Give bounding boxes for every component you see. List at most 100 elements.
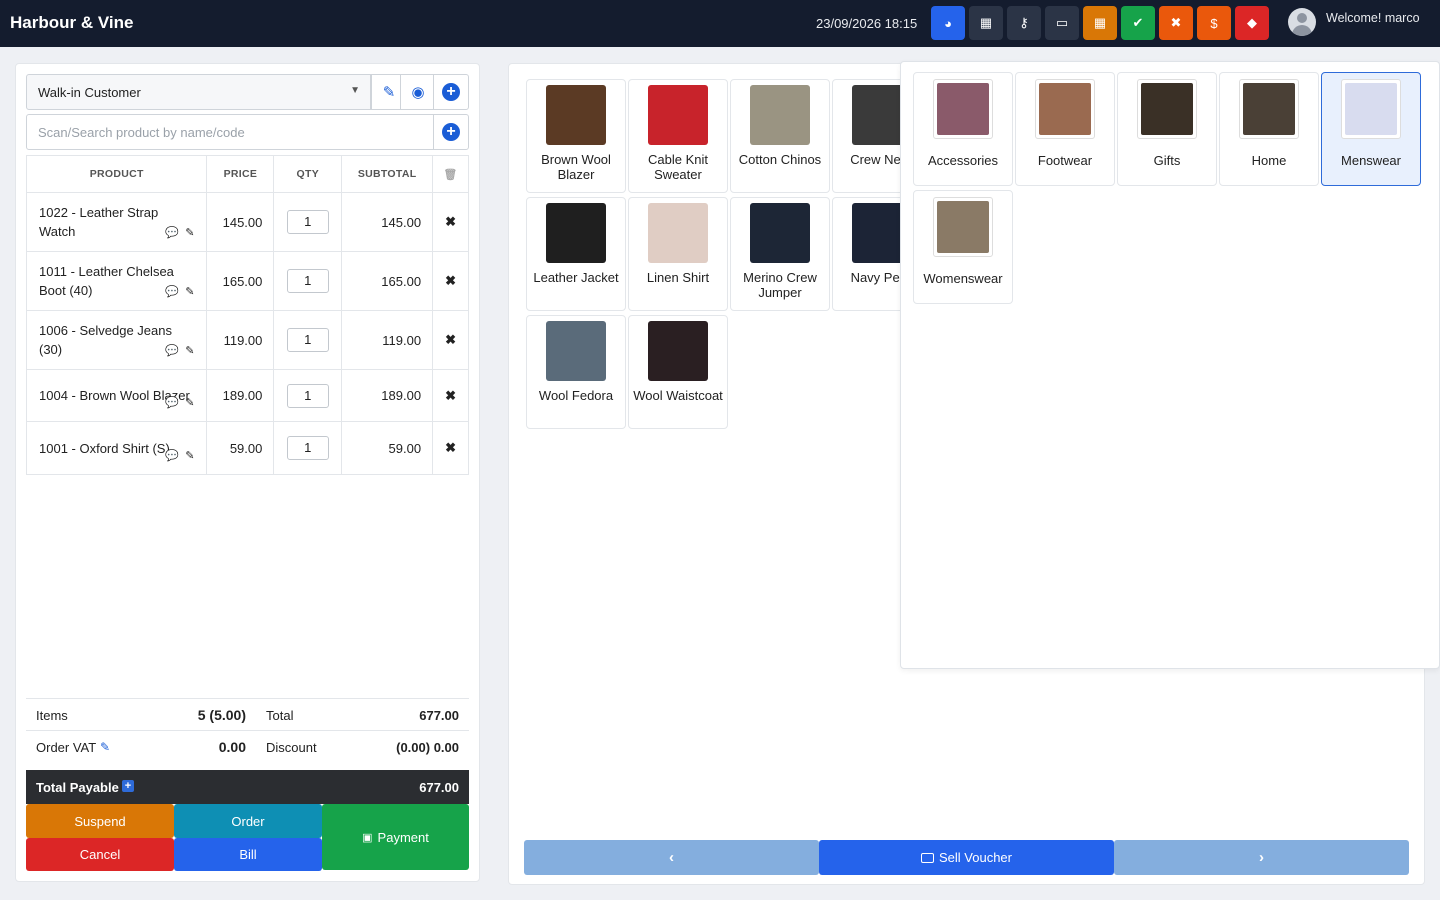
product-image (750, 85, 810, 145)
credit-card-icon (921, 852, 934, 863)
chevron-left-icon: ‹ (669, 849, 674, 866)
quantity-input[interactable]: 1 (286, 436, 329, 460)
product-image (648, 321, 708, 381)
comment-icon[interactable]: 💬 (165, 450, 179, 462)
product-name: Wool Fedora (538, 388, 614, 403)
product-card[interactable]: Merino Crew Jumper (730, 197, 830, 311)
cart-subtotal: 165.00 (341, 251, 434, 311)
comment-icon[interactable]: 💬 (165, 397, 179, 409)
remove-item-icon[interactable]: ✖ (445, 440, 456, 455)
cart-product-name: 1011 - Leather Chelsea Boot (40) (39, 264, 174, 298)
product-name: Wool Waistcoat (633, 388, 723, 403)
bill-button[interactable]: Bill (174, 838, 322, 871)
cart-product-name: 1006 - Selvedge Jeans (30) (39, 323, 172, 357)
edit-icon[interactable]: ✎ (185, 227, 194, 239)
category-card[interactable]: Womenswear (913, 190, 1013, 304)
eraser-icon: ◆ (1247, 15, 1257, 30)
category-card[interactable]: Accessories (913, 72, 1013, 186)
money-icon: ▣ (362, 831, 373, 844)
laptop-button[interactable]: ▭ (1045, 6, 1079, 40)
check-circle-button[interactable]: ✔ (1121, 6, 1155, 40)
cart-price: 119.00 (206, 310, 275, 370)
previous-page-button[interactable]: ‹ (524, 840, 819, 875)
eye-icon: ◉ (411, 84, 425, 101)
remove-item-icon[interactable]: ✖ (445, 388, 456, 403)
order-button[interactable]: Order (174, 804, 322, 838)
app-brand[interactable]: Harbour & Vine (10, 13, 133, 33)
category-name: Gifts (1153, 153, 1181, 168)
add-customer-button[interactable]: + (433, 74, 469, 110)
product-card[interactable]: Leather Jacket (526, 197, 626, 311)
key-button[interactable]: ⚷ (1007, 6, 1041, 40)
category-dropdown: Accessories Footwear Gifts Home Menswear Wome… (900, 61, 1440, 669)
sell-voucher-button[interactable]: Sell Voucher (819, 840, 1114, 875)
category-card[interactable]: Gifts (1117, 72, 1217, 186)
payment-button[interactable]: ▣ Payment (322, 804, 469, 870)
add-product-button[interactable]: + (433, 114, 469, 150)
dollar-button[interactable]: $ (1197, 6, 1231, 40)
edit-vat-icon[interactable]: ✎ (100, 740, 110, 754)
category-image (933, 197, 993, 257)
cart-row: 1022 - Leather Strap Watch 💬 ✎ 145.00 1 145.… (25, 192, 469, 252)
cart-subtotal: 145.00 (341, 192, 434, 252)
cart-subtotal: 189.00 (341, 369, 434, 422)
suspend-button[interactable]: Suspend (26, 804, 174, 838)
cart-product-cell[interactable]: 1001 - Oxford Shirt (S) 💬 ✎ (25, 421, 208, 475)
cart-table: PRODUCT PRICE QTY SUBTOTAL 🗑 1022 - Leat… (25, 155, 469, 475)
category-name: Home (1251, 153, 1287, 168)
edit-icon[interactable]: ✎ (185, 286, 194, 298)
product-image (648, 203, 708, 263)
calculator-button[interactable]: ▦ (969, 6, 1003, 40)
product-card[interactable]: Wool Fedora (526, 315, 626, 429)
cart-product-cell[interactable]: 1006 - Selvedge Jeans (30) 💬 ✎ (25, 310, 208, 370)
close-circle-icon: ✖ (1170, 15, 1182, 30)
remove-item-icon[interactable]: ✖ (445, 214, 456, 229)
cart-product-cell[interactable]: 1022 - Leather Strap Watch 💬 ✎ (25, 192, 208, 252)
view-customer-button[interactable]: ◉ (400, 74, 436, 110)
grid-button[interactable]: ▦ (1083, 6, 1117, 40)
category-image (1239, 79, 1299, 139)
product-card[interactable]: Cable Knit Sweater (628, 79, 728, 193)
product-name: Cotton Chinos (738, 152, 822, 167)
cancel-button[interactable]: Cancel (26, 838, 174, 871)
category-card[interactable]: Menswear (1321, 72, 1421, 186)
total-payable-bar: Total Payable + 677.00 (26, 770, 469, 804)
quantity-input[interactable]: 1 (286, 269, 329, 293)
product-card[interactable]: Wool Waistcoat (628, 315, 728, 429)
comment-icon[interactable]: 💬 (165, 227, 179, 239)
edit-icon[interactable]: ✎ (185, 450, 194, 462)
cart-product-cell[interactable]: 1011 - Leather Chelsea Boot (40) 💬 ✎ (25, 251, 208, 311)
edit-icon[interactable]: ✎ (185, 397, 194, 409)
product-card[interactable]: Linen Shirt (628, 197, 728, 311)
quantity-input[interactable]: 1 (286, 328, 329, 352)
cart-product-cell[interactable]: 1004 - Brown Wool Blazer 💬 ✎ (25, 369, 208, 422)
product-search-input[interactable] (26, 114, 435, 150)
chevron-right-icon: › (1259, 849, 1264, 866)
welcome-text[interactable]: Welcome! marco (1326, 11, 1420, 25)
quantity-input[interactable]: 1 (286, 210, 329, 234)
category-image (1035, 79, 1095, 139)
category-image (1137, 79, 1197, 139)
plus-square-icon[interactable]: + (122, 780, 134, 792)
edit-icon[interactable]: ✎ (185, 345, 194, 357)
dashboard-button[interactable]: ◕ (931, 6, 965, 40)
close-circle-button[interactable]: ✖ (1159, 6, 1193, 40)
user-avatar-icon[interactable] (1288, 8, 1316, 36)
comment-icon[interactable]: 💬 (165, 345, 179, 357)
column-header-qty: QTY (273, 155, 343, 193)
discount-value[interactable]: (0.00) 0.00 (396, 740, 459, 755)
items-label: Items (36, 708, 68, 723)
remove-item-icon[interactable]: ✖ (445, 273, 456, 288)
product-card[interactable]: Brown Wool Blazer (526, 79, 626, 193)
quantity-input[interactable]: 1 (286, 383, 329, 408)
eraser-button[interactable]: ◆ (1235, 6, 1269, 40)
comment-icon[interactable]: 💬 (165, 286, 179, 298)
pencil-icon: ✎ (382, 84, 396, 101)
column-header-subtotal: SUBTOTAL (341, 155, 434, 193)
category-card[interactable]: Home (1219, 72, 1319, 186)
next-page-button[interactable]: › (1114, 840, 1409, 875)
remove-item-icon[interactable]: ✖ (445, 332, 456, 347)
customer-select[interactable]: Walk-in Customer ▼ (26, 74, 371, 110)
category-card[interactable]: Footwear (1015, 72, 1115, 186)
product-card[interactable]: Cotton Chinos (730, 79, 830, 193)
